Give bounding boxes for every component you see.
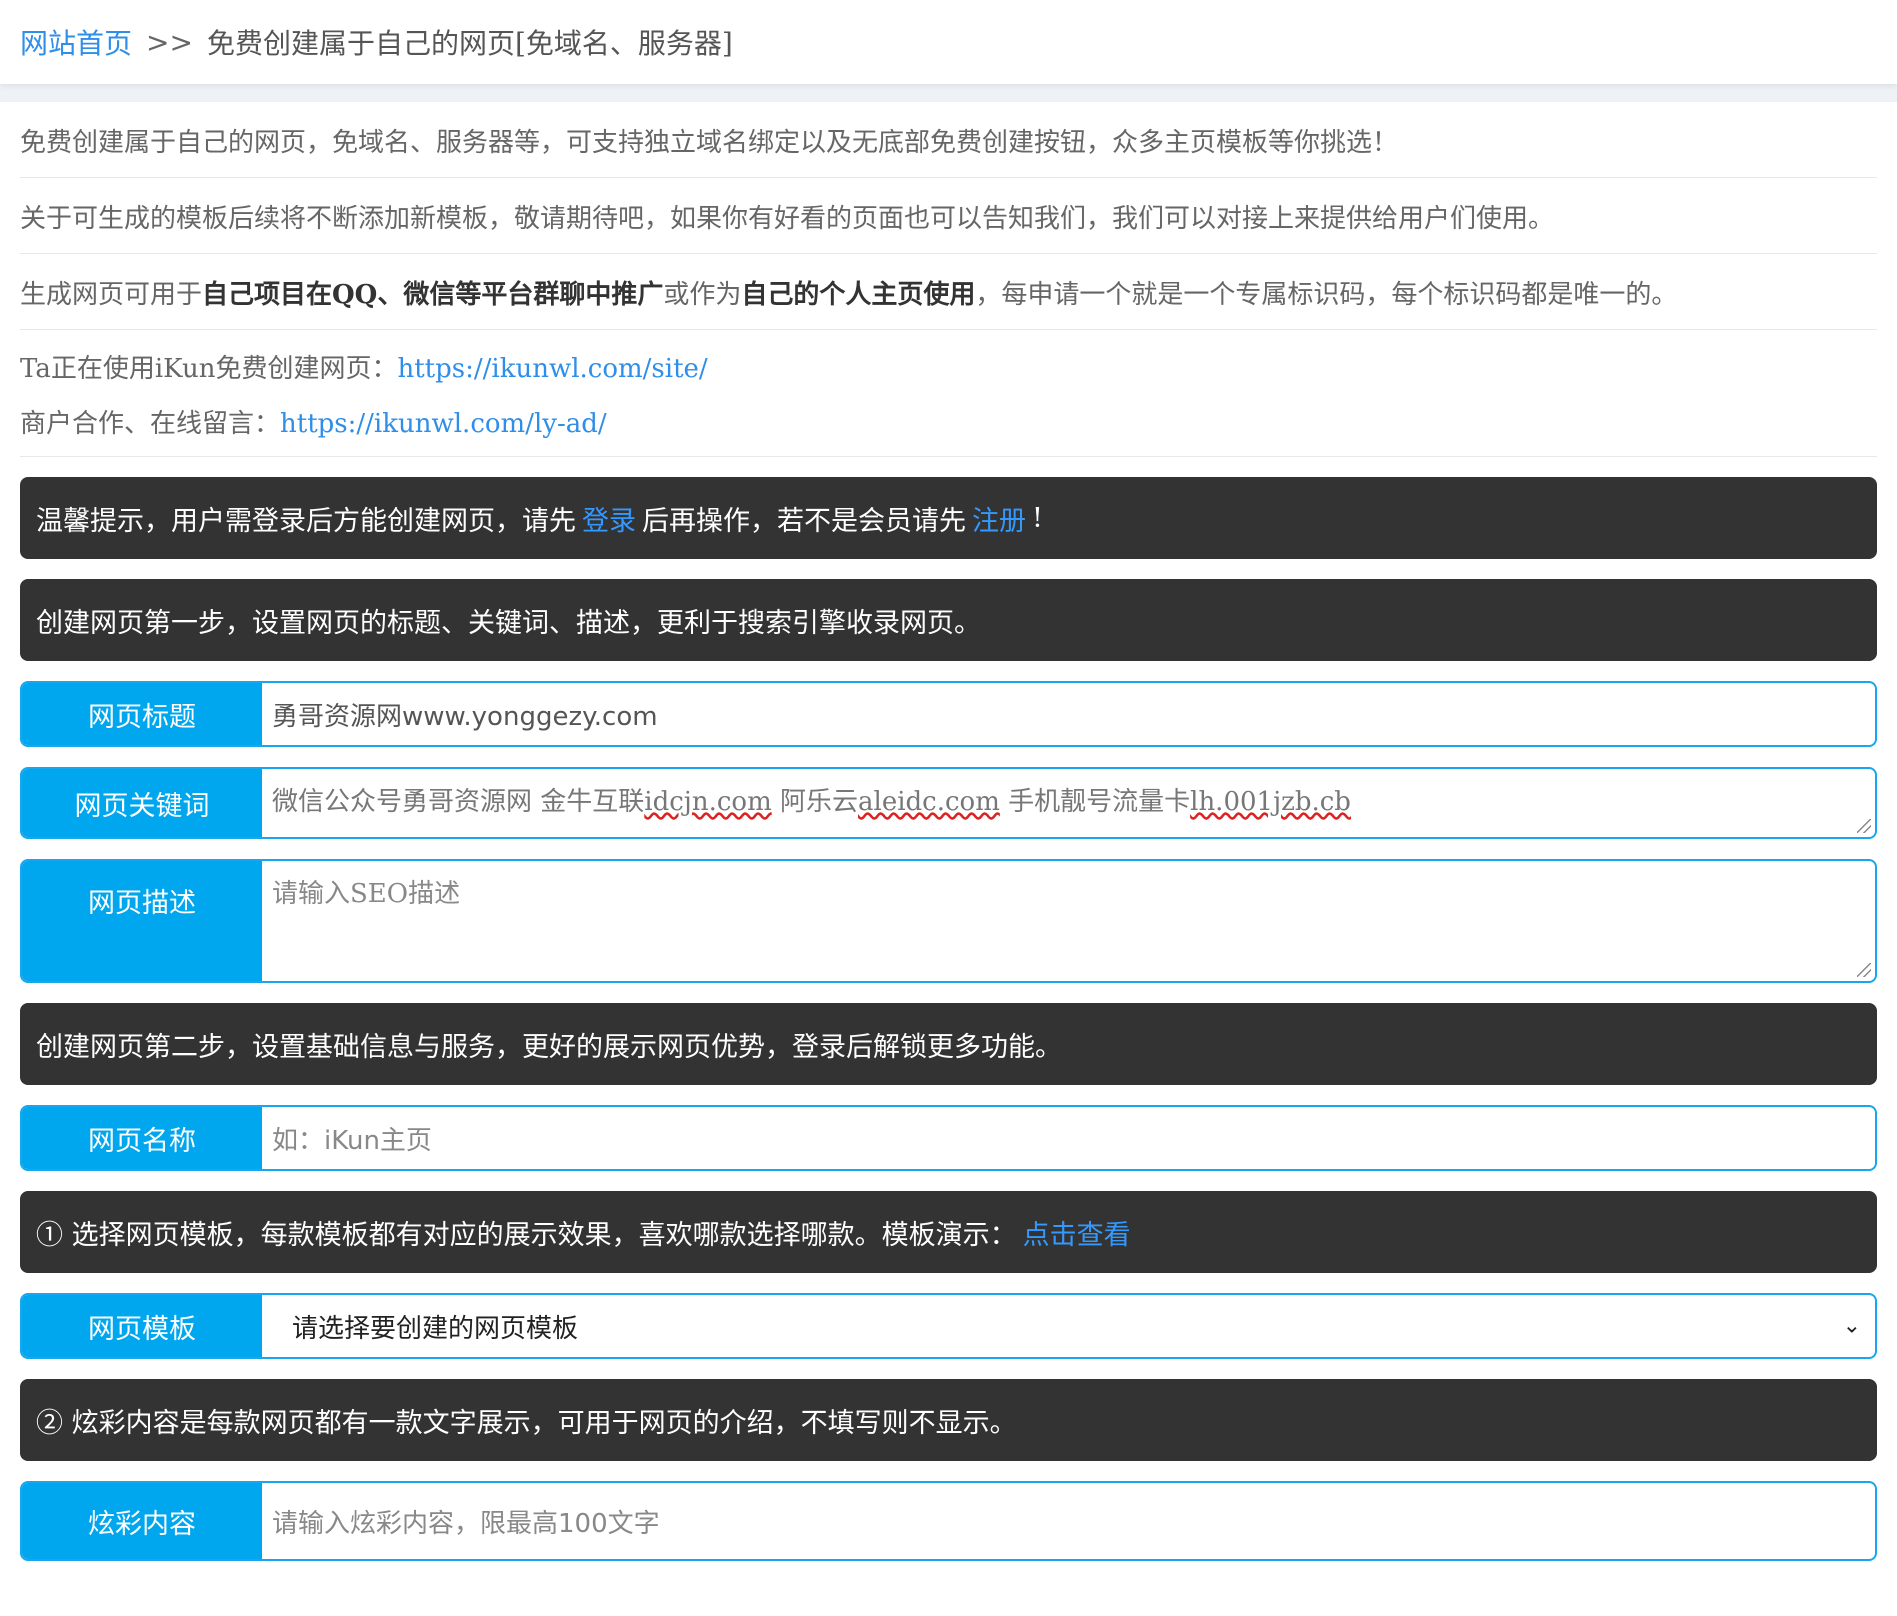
step2-notice: 创建网页第二步，设置基础信息与服务，更好的展示网页优势，登录后解锁更多功能。 <box>20 1003 1877 1085</box>
intro-line-3-b: 自己项目在QQ、微信等平台群聊中推广 <box>202 280 664 310</box>
color-content-notice: ② 炫彩内容是每款网页都有一款文字展示，可用于网页的介绍，不填写则不显示。 <box>20 1379 1877 1461</box>
main-card: 免费创建属于自己的网页，免域名、服务器等，可支持独立域名绑定以及无底部免费创建按… <box>0 102 1897 1616</box>
name-label: 网页名称 <box>22 1107 262 1169</box>
template-label: 网页模板 <box>22 1295 262 1357</box>
keywords-part-b: idcjn.com <box>644 787 772 817</box>
intro-line-3-d: 自己的个人主页使用 <box>741 280 976 310</box>
keywords-part-f: lh.001jzb.cb <box>1190 787 1351 817</box>
site-link-line: Ta正在使用iKun免费创建网页：https://ikunwl.com/site… <box>20 330 1877 385</box>
resize-handle-icon[interactable] <box>1857 963 1871 977</box>
keywords-textarea[interactable]: 微信公众号勇哥资源网 金牛互联idcjn.com 阿乐云aleidc.com 手… <box>262 769 1875 837</box>
color-content-label: 炫彩内容 <box>22 1483 262 1559</box>
site-link[interactable]: https://ikunwl.com/site/ <box>397 354 707 384</box>
template-notice-text: ① 选择网页模板，每款模板都有对应的展示效果，喜欢哪款选择哪款。模板演示： <box>36 1219 1017 1251</box>
template-select[interactable]: 请选择要创建的网页模板 ⌄ <box>262 1295 1875 1357</box>
description-field: 网页描述 请输入SEO描述 <box>20 859 1877 983</box>
description-placeholder: 请输入SEO描述 <box>272 879 461 909</box>
template-select-value: 请选择要创建的网页模板 <box>292 1313 579 1344</box>
resize-handle-icon[interactable] <box>1857 819 1871 833</box>
step1-notice: 创建网页第一步，设置网页的标题、关键词、描述，更利于搜索引擎收录网页。 <box>20 579 1877 661</box>
login-link[interactable]: 登录 <box>582 499 636 538</box>
color-content-field: 炫彩内容 请输入炫彩内容，限最高100文字 <box>20 1481 1877 1561</box>
intro-line-1: 免费创建属于自己的网页，免域名、服务器等，可支持独立域名绑定以及无底部免费创建按… <box>20 102 1877 178</box>
breadcrumb: 网站首页 >> 免费创建属于自己的网页[免域名、服务器] <box>0 0 1897 84</box>
description-textarea[interactable]: 请输入SEO描述 <box>262 861 1875 981</box>
links-section: Ta正在使用iKun免费创建网页：https://ikunwl.com/site… <box>20 330 1877 457</box>
keywords-part-e: 手机靓号流量卡 <box>999 787 1191 817</box>
name-input[interactable]: 如：iKun主页 <box>262 1107 1875 1169</box>
title-field: 网页标题 勇哥资源网www.yonggezy.com <box>20 681 1877 747</box>
intro-line-3: 生成网页可用于自己项目在QQ、微信等平台群聊中推广或作为自己的个人主页使用，每申… <box>20 254 1877 330</box>
ad-link[interactable]: https://ikunwl.com/ly-ad/ <box>280 409 607 439</box>
keywords-field: 网页关键词 微信公众号勇哥资源网 金牛互联idcjn.com 阿乐云aleidc… <box>20 767 1877 839</box>
site-link-label: Ta正在使用iKun免费创建网页： <box>20 354 398 384</box>
keywords-part-d: aleidc.com <box>858 787 1000 817</box>
title-label: 网页标题 <box>22 683 262 745</box>
login-notice: 温馨提示，用户需登录后方能创建网页，请先 登录 后再操作，若不是会员请先 注册 … <box>20 477 1877 559</box>
template-notice: ① 选择网页模板，每款模板都有对应的展示效果，喜欢哪款选择哪款。模板演示： 点击… <box>20 1191 1877 1273</box>
intro-line-3-e: ，每申请一个就是一个专属标识码，每个标识码都是唯一的。 <box>975 280 1678 310</box>
login-notice-text-c: ! <box>1032 502 1043 534</box>
keywords-label: 网页关键词 <box>22 769 262 837</box>
template-field: 网页模板 请选择要创建的网页模板 ⌄ <box>20 1293 1877 1359</box>
breadcrumb-separator: >> <box>146 25 193 59</box>
intro-line-3-a: 生成网页可用于 <box>20 280 203 310</box>
keywords-part-c: 阿乐云 <box>771 787 858 817</box>
name-field: 网页名称 如：iKun主页 <box>20 1105 1877 1171</box>
title-input[interactable]: 勇哥资源网www.yonggezy.com <box>262 683 1875 745</box>
description-label: 网页描述 <box>22 861 262 981</box>
keywords-part-a: 微信公众号勇哥资源网 金牛互联 <box>272 787 645 817</box>
ad-link-line: 商户合作、在线留言：https://ikunwl.com/ly-ad/ <box>20 385 1877 440</box>
color-content-input[interactable]: 请输入炫彩内容，限最高100文字 <box>262 1483 1875 1559</box>
ad-link-label: 商户合作、在线留言： <box>20 409 281 439</box>
login-notice-text-b: 后再操作，若不是会员请先 <box>642 505 966 537</box>
template-demo-link[interactable]: 点击查看 <box>1023 1213 1131 1252</box>
breadcrumb-home-link[interactable]: 网站首页 <box>20 22 132 62</box>
chevron-down-icon: ⌄ <box>1842 1313 1861 1339</box>
breadcrumb-current: 免费创建属于自己的网页[免域名、服务器] <box>206 27 733 60</box>
register-link[interactable]: 注册 <box>972 499 1026 538</box>
intro-line-2: 关于可生成的模板后续将不断添加新模板，敬请期待吧，如果你有好看的页面也可以告知我… <box>20 178 1877 254</box>
login-notice-text-a: 温馨提示，用户需登录后方能创建网页，请先 <box>36 505 576 537</box>
intro-line-3-c: 或作为 <box>663 280 742 310</box>
